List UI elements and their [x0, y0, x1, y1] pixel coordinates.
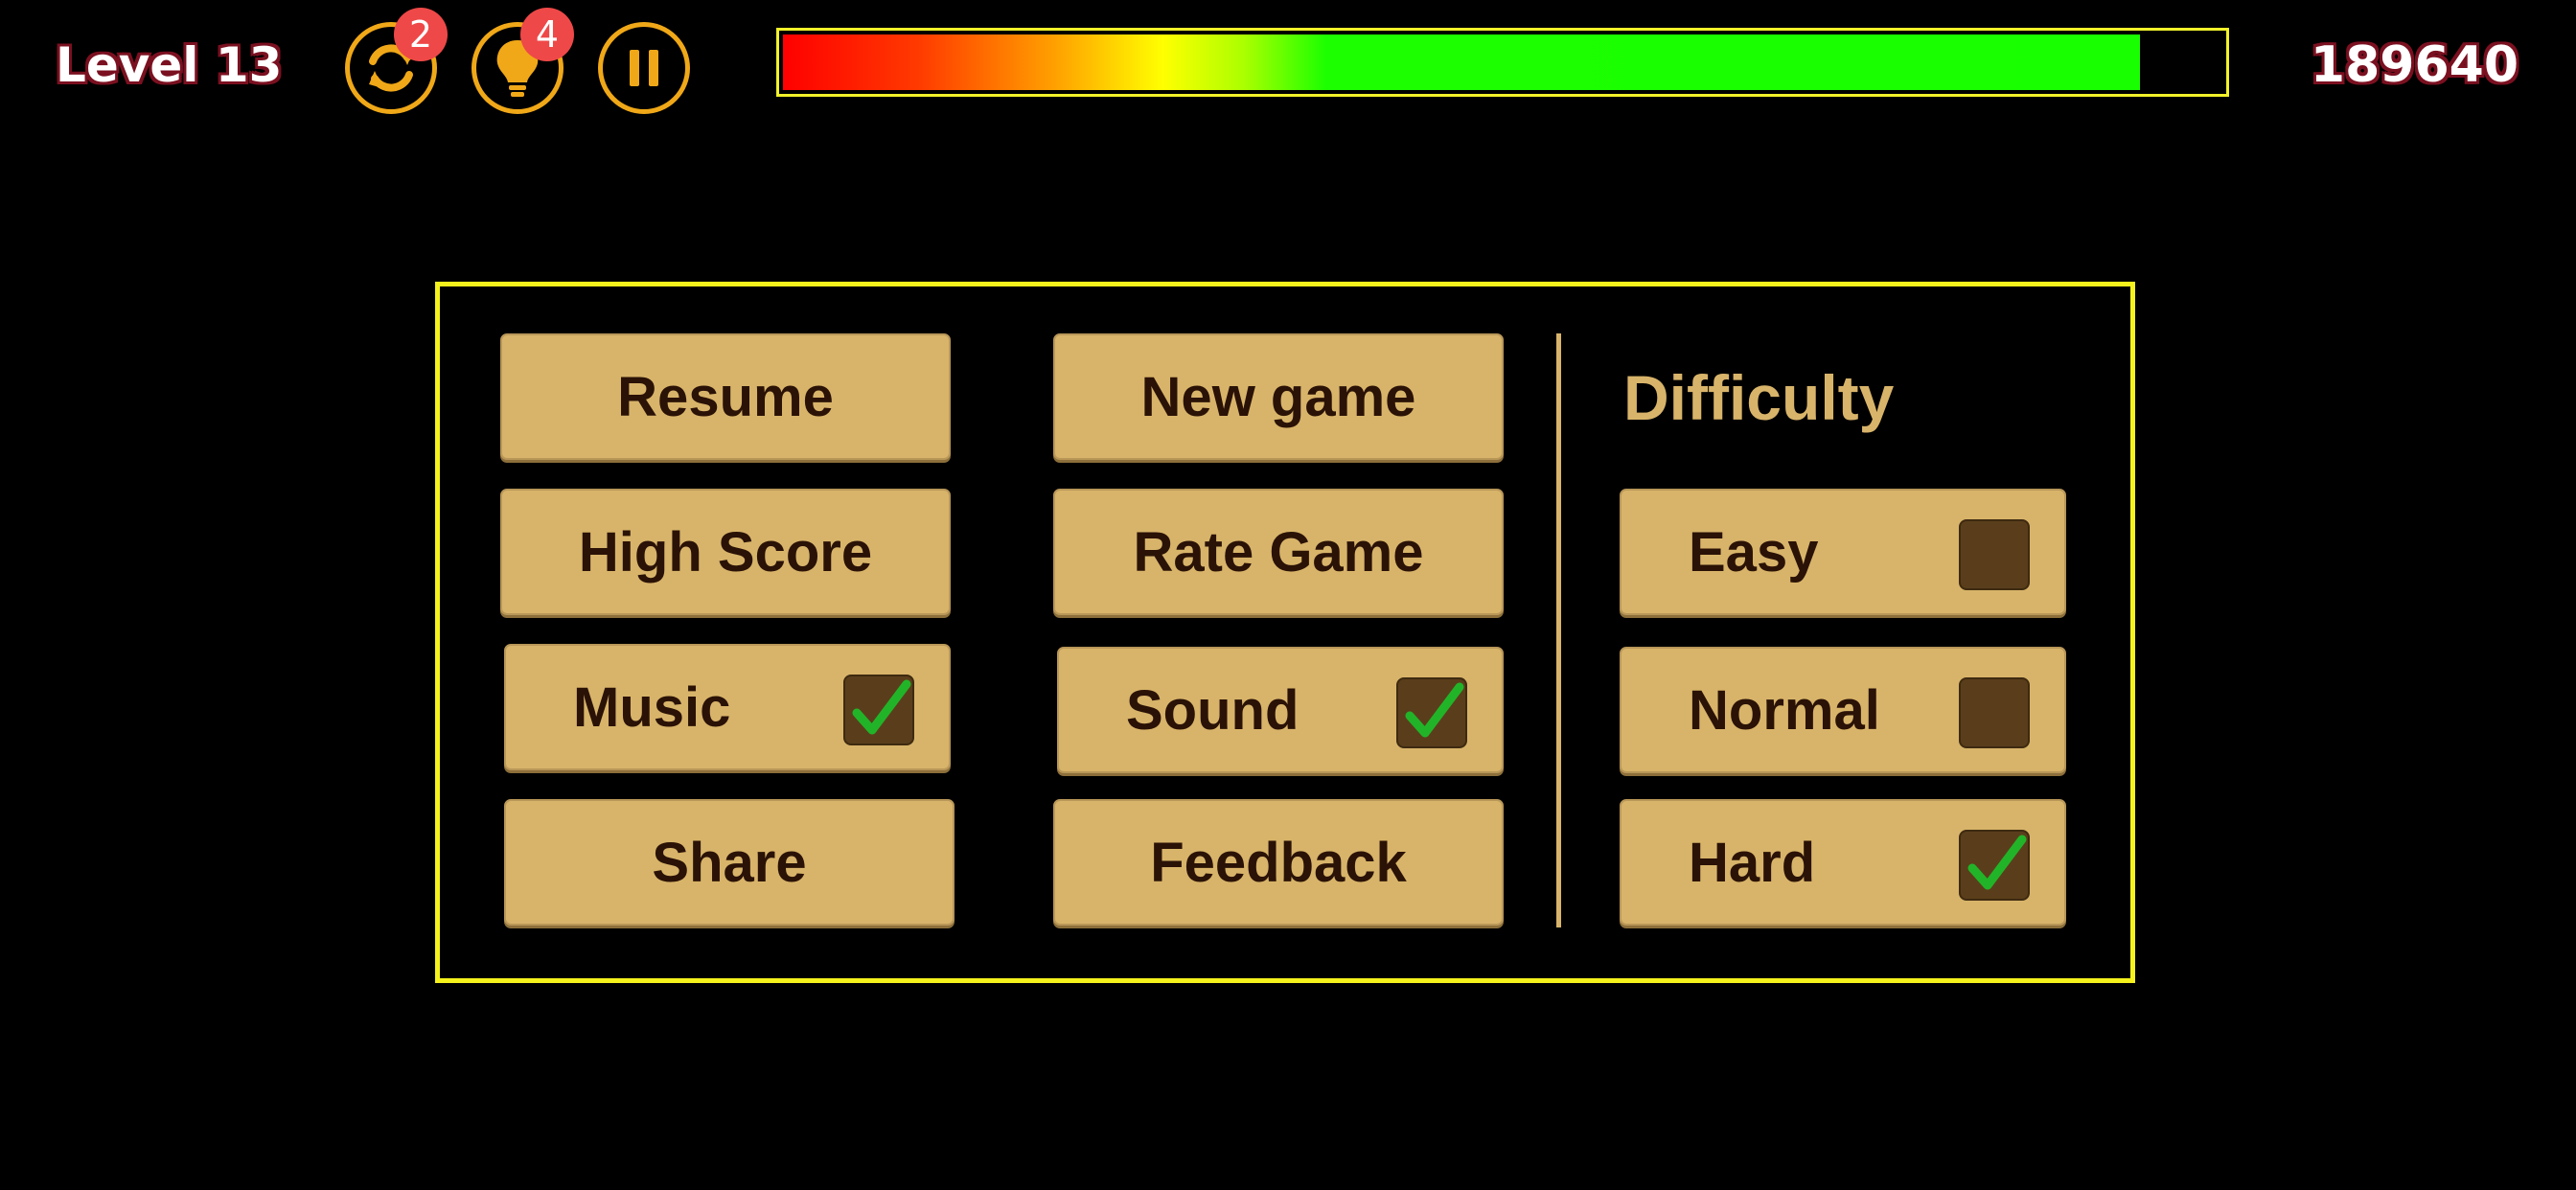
- high-score-label: High Score: [578, 520, 873, 584]
- level-label: Level 13: [56, 37, 283, 93]
- music-checkbox[interactable]: [843, 675, 914, 745]
- new-game-button[interactable]: New game: [1053, 333, 1504, 460]
- music-toggle[interactable]: Music: [504, 644, 951, 770]
- score-label: 189640: [2310, 36, 2518, 94]
- high-score-button[interactable]: High Score: [500, 489, 951, 615]
- difficulty-normal-checkbox[interactable]: [1959, 677, 2030, 748]
- hint-button[interactable]: 4: [472, 8, 574, 114]
- feedback-label: Feedback: [1150, 831, 1407, 894]
- hint-count-badge: 4: [520, 8, 574, 61]
- share-button[interactable]: Share: [504, 799, 954, 926]
- panel-divider: [1556, 333, 1561, 927]
- checkmark-icon: [1405, 682, 1464, 738]
- pause-icon: [630, 50, 658, 86]
- game-screen: Level 13 2 4 189640 Resume New game High…: [0, 0, 2576, 1190]
- rate-game-label: Rate Game: [1133, 520, 1424, 584]
- sound-checkbox[interactable]: [1396, 677, 1467, 748]
- timer-progress-fill: [783, 34, 2140, 90]
- difficulty-title: Difficulty: [1623, 362, 1895, 433]
- feedback-button[interactable]: Feedback: [1053, 799, 1504, 926]
- difficulty-normal-option[interactable]: Normal: [1620, 647, 2066, 773]
- difficulty-hard-option[interactable]: Hard: [1620, 799, 2066, 926]
- difficulty-hard-checkbox[interactable]: [1959, 830, 2030, 901]
- share-label: Share: [652, 831, 807, 894]
- restart-count-badge: 2: [394, 8, 448, 61]
- timer-progress-bar: [776, 28, 2229, 97]
- pause-button[interactable]: [598, 22, 690, 114]
- resume-button[interactable]: Resume: [500, 333, 951, 460]
- resume-label: Resume: [617, 365, 834, 428]
- difficulty-easy-checkbox[interactable]: [1959, 519, 2030, 590]
- new-game-label: New game: [1140, 365, 1416, 428]
- restart-button[interactable]: 2: [345, 8, 448, 114]
- checkmark-icon: [1967, 835, 2027, 890]
- difficulty-easy-option[interactable]: Easy: [1620, 489, 2066, 615]
- checkmark-icon: [852, 679, 911, 735]
- sound-toggle[interactable]: Sound: [1057, 647, 1504, 773]
- rate-game-button[interactable]: Rate Game: [1053, 489, 1504, 615]
